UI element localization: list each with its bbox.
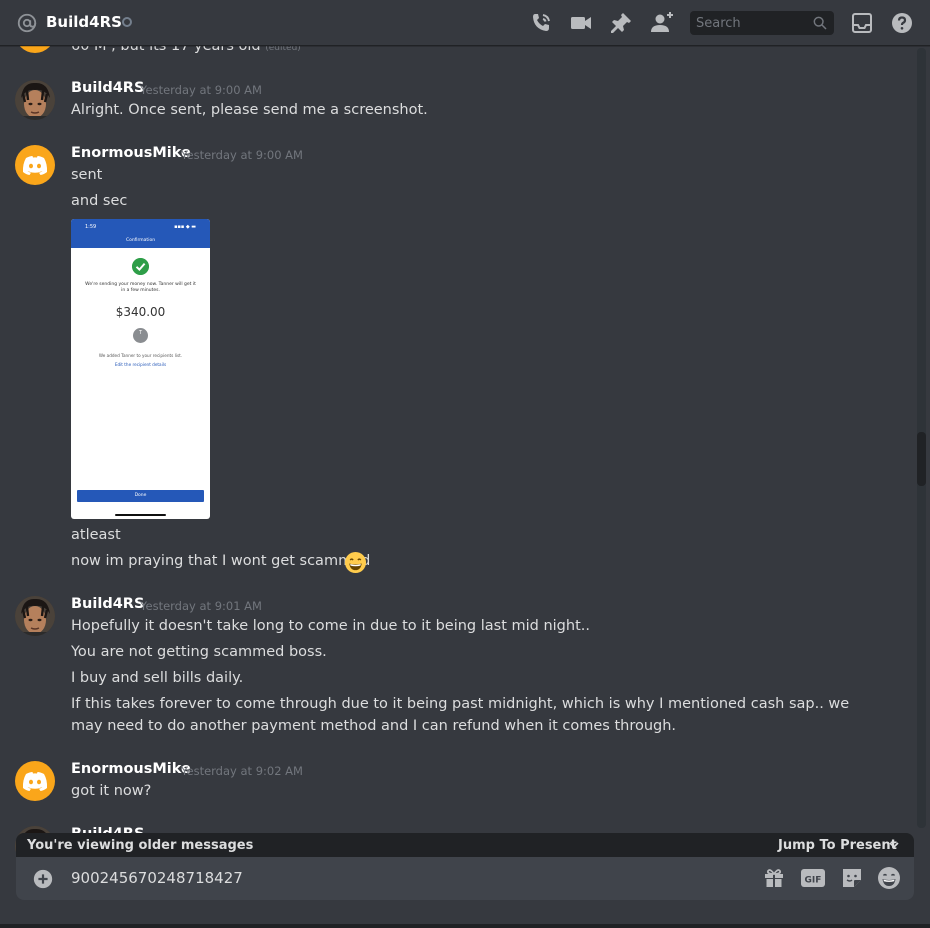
recipient-initial: T xyxy=(138,330,143,336)
user-photo-icon xyxy=(15,80,55,120)
message-timestamp: Yesterday at 9:02 AM xyxy=(181,764,303,778)
avatar[interactable] xyxy=(15,145,55,185)
channel-header: Build4RS xyxy=(0,0,930,46)
start-voice-call-icon[interactable] xyxy=(529,11,553,35)
home-indicator xyxy=(115,514,166,516)
svg-text:GIF: GIF xyxy=(805,876,822,886)
app-screen-title: Confirmation xyxy=(125,238,156,243)
chevron-down-icon[interactable] xyxy=(888,839,900,851)
channel-name: Build4RS xyxy=(46,13,122,31)
message-author[interactable]: Build4RS xyxy=(71,80,144,96)
edit-recipient-link: Edit the recipient details xyxy=(114,362,167,367)
message-text: Alright. Once sent, please send me a scr… xyxy=(71,102,428,118)
done-button-label: Done xyxy=(134,493,147,498)
message-text: now im praying that I wont get scammed xyxy=(71,553,371,569)
recipient-note: We added Tanner to your recipients list. xyxy=(98,353,183,358)
discord-logo-icon xyxy=(22,772,48,791)
offline-status-icon xyxy=(122,17,132,27)
grinning-face-emoji-icon xyxy=(344,551,367,574)
pinned-messages-icon[interactable] xyxy=(609,11,633,35)
scrollbar-thumb[interactable] xyxy=(917,432,926,486)
jump-to-present-button[interactable]: Jump To Present xyxy=(778,838,897,853)
message-text: sent xyxy=(71,167,103,183)
phone-status-icons: ▪▪▪ ◆ ▬ xyxy=(174,224,196,230)
message-text: You are not getting scammed boss. xyxy=(71,644,327,660)
window-bottom-edge xyxy=(0,924,930,928)
search-icon xyxy=(813,16,827,30)
message-text: Hopefully it doesn't take long to come i… xyxy=(71,618,590,634)
avatar[interactable] xyxy=(15,80,55,120)
message-text: I buy and sell bills daily. xyxy=(71,670,244,686)
message-author[interactable]: EnormousMike xyxy=(71,761,191,777)
at-icon xyxy=(17,13,37,33)
add-attachment-icon[interactable] xyxy=(32,868,54,890)
message-text: atleast xyxy=(71,527,121,543)
message-timestamp: Yesterday at 9:00 AM xyxy=(181,148,303,162)
add-friends-to-dm-icon[interactable] xyxy=(650,11,674,35)
inbox-icon[interactable] xyxy=(850,11,874,35)
message-text: got it now? xyxy=(71,783,152,799)
message-author[interactable]: EnormousMike xyxy=(71,145,191,161)
phone-clock: 1:59 xyxy=(85,224,97,230)
message-author[interactable]: Build4RS xyxy=(71,596,144,612)
help-icon[interactable] xyxy=(890,11,914,35)
message-composer[interactable]: 900245670248718427 GIF xyxy=(16,857,914,900)
gif-picker-icon[interactable]: GIF xyxy=(801,866,825,890)
message-text: If this takes forever to come through du… xyxy=(71,696,850,734)
discord-logo-icon xyxy=(22,156,48,175)
start-video-call-icon[interactable] xyxy=(569,11,593,35)
success-check-icon xyxy=(132,258,149,275)
user-photo-icon xyxy=(15,596,55,636)
confirmation-message: We're sending your money now. Tanner wil… xyxy=(85,282,196,293)
search-box[interactable] xyxy=(690,11,834,35)
gift-icon[interactable] xyxy=(762,866,786,890)
older-messages-notice: You're viewing older messages xyxy=(27,838,254,853)
message-timestamp: Yesterday at 9:00 AM xyxy=(140,83,262,97)
message-text: and sec xyxy=(71,193,128,209)
avatar[interactable] xyxy=(15,596,55,636)
payment-amount: $340.00 xyxy=(115,305,166,319)
emoji-picker-icon[interactable] xyxy=(877,866,901,890)
message-timestamp: Yesterday at 9:01 AM xyxy=(140,599,262,613)
image-attachment[interactable]: 1:59 ▪▪▪ ◆ ▬ Confirmation We're sending … xyxy=(71,219,210,519)
message-input[interactable]: 900245670248718427 xyxy=(71,869,243,887)
avatar[interactable] xyxy=(15,761,55,801)
sticker-picker-icon[interactable] xyxy=(840,866,864,890)
